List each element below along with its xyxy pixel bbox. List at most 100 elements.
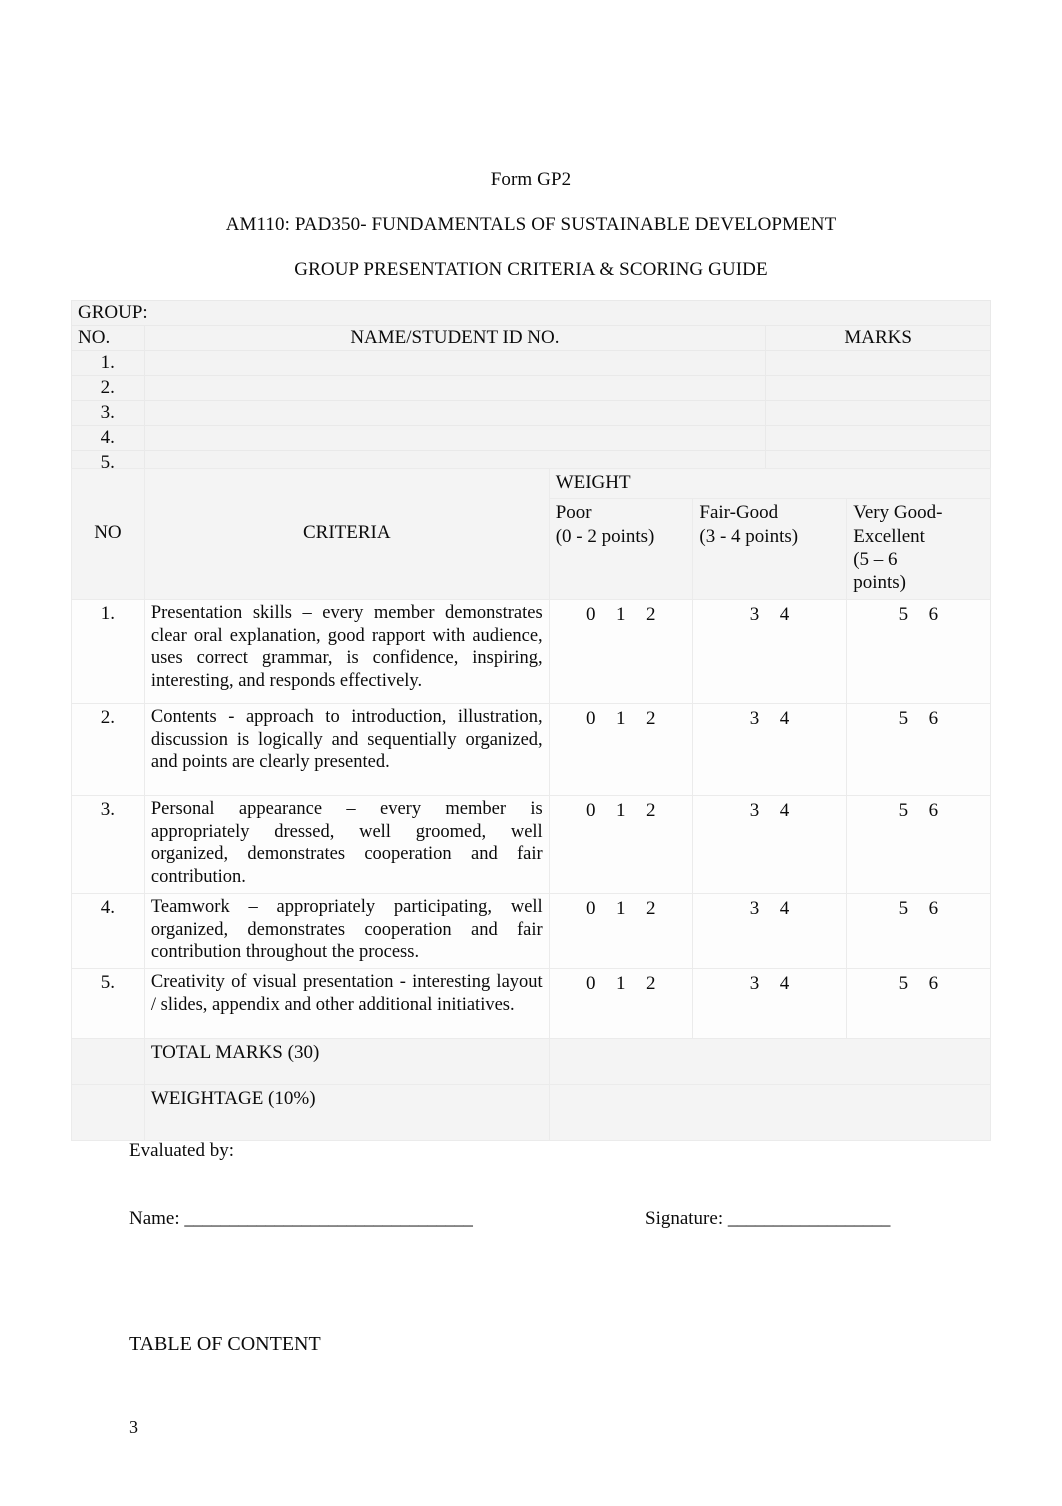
fair-good-score-options: 3 4 bbox=[699, 798, 840, 822]
poor-score-cell[interactable]: 0 1 2 bbox=[548, 702, 694, 796]
signature-input-rule[interactable]: __________________ bbox=[728, 1208, 891, 1229]
poor-score-options: 0 1 2 bbox=[556, 971, 687, 995]
rubric-row-no: 3. bbox=[71, 794, 145, 894]
fair-good-score-cell[interactable]: 3 4 bbox=[692, 598, 848, 704]
score-option[interactable]: 4 bbox=[780, 897, 790, 920]
roster-row-marks[interactable] bbox=[765, 399, 991, 426]
score-option[interactable]: 2 bbox=[646, 897, 656, 920]
score-option[interactable]: 4 bbox=[780, 972, 790, 995]
total-marks-row: TOTAL MARKS (30) bbox=[71, 1038, 992, 1086]
score-option[interactable]: 1 bbox=[616, 897, 626, 920]
score-option[interactable]: 0 bbox=[586, 897, 596, 920]
roster-row-marks[interactable] bbox=[765, 424, 991, 451]
score-option[interactable]: 0 bbox=[586, 603, 596, 626]
score-option[interactable]: 5 bbox=[899, 707, 909, 730]
score-option[interactable]: 4 bbox=[780, 707, 790, 730]
score-option[interactable]: 3 bbox=[750, 972, 760, 995]
fair-good-score-cell[interactable]: 3 4 bbox=[692, 892, 848, 970]
poor-points: (0 - 2 points) bbox=[555, 525, 655, 547]
excellent-label: Excellent bbox=[853, 525, 925, 547]
rubric-row-criteria: Personal appearance – every member is ap… bbox=[143, 794, 550, 894]
fair-good-header: Fair-Good (3 - 4 points) bbox=[692, 498, 848, 600]
weightage-value-cell[interactable] bbox=[548, 1084, 992, 1142]
weightage-row: WEIGHTAGE (10%) bbox=[71, 1084, 992, 1142]
score-option[interactable]: 5 bbox=[899, 799, 909, 822]
rubric-header-criteria: CRITERIA bbox=[143, 468, 550, 600]
score-option[interactable]: 6 bbox=[929, 972, 939, 995]
roster-header-no: NO. bbox=[71, 324, 145, 351]
score-option[interactable]: 6 bbox=[929, 799, 939, 822]
score-option[interactable]: 0 bbox=[586, 707, 596, 730]
score-option[interactable]: 0 bbox=[586, 799, 596, 822]
poor-score-cell[interactable]: 0 1 2 bbox=[548, 892, 694, 970]
score-option[interactable]: 4 bbox=[780, 799, 790, 822]
score-option[interactable]: 3 bbox=[750, 897, 760, 920]
score-option[interactable]: 4 bbox=[780, 603, 790, 626]
score-option[interactable]: 5 bbox=[899, 897, 909, 920]
score-option[interactable]: 0 bbox=[586, 972, 596, 995]
score-option[interactable]: 6 bbox=[929, 603, 939, 626]
fair-good-score-cell[interactable]: 3 4 bbox=[692, 968, 848, 1040]
very-good-score-cell[interactable]: 5 6 bbox=[846, 892, 991, 970]
score-option[interactable]: 3 bbox=[750, 603, 760, 626]
name-field-group: Name: ________________________________ bbox=[129, 1208, 473, 1230]
very-good-score-cell[interactable]: 5 6 bbox=[846, 794, 991, 894]
very-good-score-cell[interactable]: 5 6 bbox=[846, 968, 991, 1040]
rubric-row-no: 4. bbox=[71, 892, 145, 970]
very-good-score-cell[interactable]: 5 6 bbox=[846, 598, 991, 704]
score-option[interactable]: 1 bbox=[616, 707, 626, 730]
very-good-score-options: 5 6 bbox=[853, 706, 984, 730]
rubric-row-criteria: Creativity of visual presentation - inte… bbox=[143, 968, 550, 1040]
score-option[interactable]: 2 bbox=[646, 603, 656, 626]
score-option[interactable]: 2 bbox=[646, 972, 656, 995]
roster-row-marks[interactable] bbox=[765, 374, 991, 401]
fair-good-score-cell[interactable]: 3 4 bbox=[692, 702, 848, 796]
name-input-rule[interactable]: ________________________________ bbox=[184, 1208, 473, 1229]
roster-row-name[interactable] bbox=[143, 399, 767, 426]
fair-good-label: Fair-Good bbox=[699, 502, 779, 524]
score-option[interactable]: 6 bbox=[929, 897, 939, 920]
score-option[interactable]: 3 bbox=[750, 707, 760, 730]
signature-label: Signature: bbox=[645, 1208, 724, 1229]
scoring-guide-heading: GROUP PRESENTATION CRITERIA & SCORING GU… bbox=[294, 259, 768, 280]
roster-row-marks[interactable] bbox=[765, 349, 991, 376]
roster-row-no: 3. bbox=[71, 399, 145, 426]
weightage-no-cell bbox=[71, 1084, 145, 1142]
roster-row-name[interactable] bbox=[143, 374, 767, 401]
fair-good-score-options: 3 4 bbox=[699, 971, 840, 995]
score-option[interactable]: 5 bbox=[899, 972, 909, 995]
weightage-label: WEIGHTAGE (10%) bbox=[143, 1084, 550, 1142]
very-good-score-options: 5 6 bbox=[853, 971, 984, 995]
fair-good-score-options: 3 4 bbox=[699, 706, 840, 730]
score-option[interactable]: 6 bbox=[929, 707, 939, 730]
page-number: 3 bbox=[129, 1417, 138, 1437]
fair-good-score-options: 3 4 bbox=[699, 896, 840, 920]
rubric-row: 3. Personal appearance – every member is… bbox=[71, 794, 991, 894]
roster-row-no: 4. bbox=[71, 424, 145, 451]
roster-row-name[interactable] bbox=[143, 424, 767, 451]
score-option[interactable]: 1 bbox=[616, 972, 626, 995]
rubric-row-criteria: Contents - approach to introduction, ill… bbox=[143, 702, 550, 796]
very-good-score-options: 5 6 bbox=[853, 602, 984, 626]
group-label-cell: GROUP: bbox=[71, 300, 991, 326]
score-option[interactable]: 2 bbox=[646, 799, 656, 822]
poor-score-options: 0 1 2 bbox=[556, 896, 687, 920]
very-good-score-cell[interactable]: 5 6 bbox=[846, 702, 991, 796]
score-option[interactable]: 2 bbox=[646, 707, 656, 730]
fair-good-score-cell[interactable]: 3 4 bbox=[692, 794, 848, 894]
score-option[interactable]: 3 bbox=[750, 799, 760, 822]
rubric-row: 1. Presentation skills – every member de… bbox=[71, 598, 991, 704]
roster-row-name[interactable] bbox=[143, 349, 767, 376]
score-option[interactable]: 1 bbox=[616, 603, 626, 626]
very-good-score-options: 5 6 bbox=[853, 798, 984, 822]
rubric-row-no: 2. bbox=[71, 702, 145, 796]
roster-row: 1. bbox=[71, 349, 991, 376]
poor-score-cell[interactable]: 0 1 2 bbox=[548, 968, 694, 1040]
poor-score-cell[interactable]: 0 1 2 bbox=[548, 794, 694, 894]
rubric-row: 5. Creativity of visual presentation - i… bbox=[71, 968, 991, 1040]
total-marks-value-cell[interactable] bbox=[548, 1038, 992, 1086]
poor-score-cell[interactable]: 0 1 2 bbox=[548, 598, 694, 704]
score-option[interactable]: 1 bbox=[616, 799, 626, 822]
roster-row-no: 1. bbox=[71, 349, 145, 376]
score-option[interactable]: 5 bbox=[899, 603, 909, 626]
